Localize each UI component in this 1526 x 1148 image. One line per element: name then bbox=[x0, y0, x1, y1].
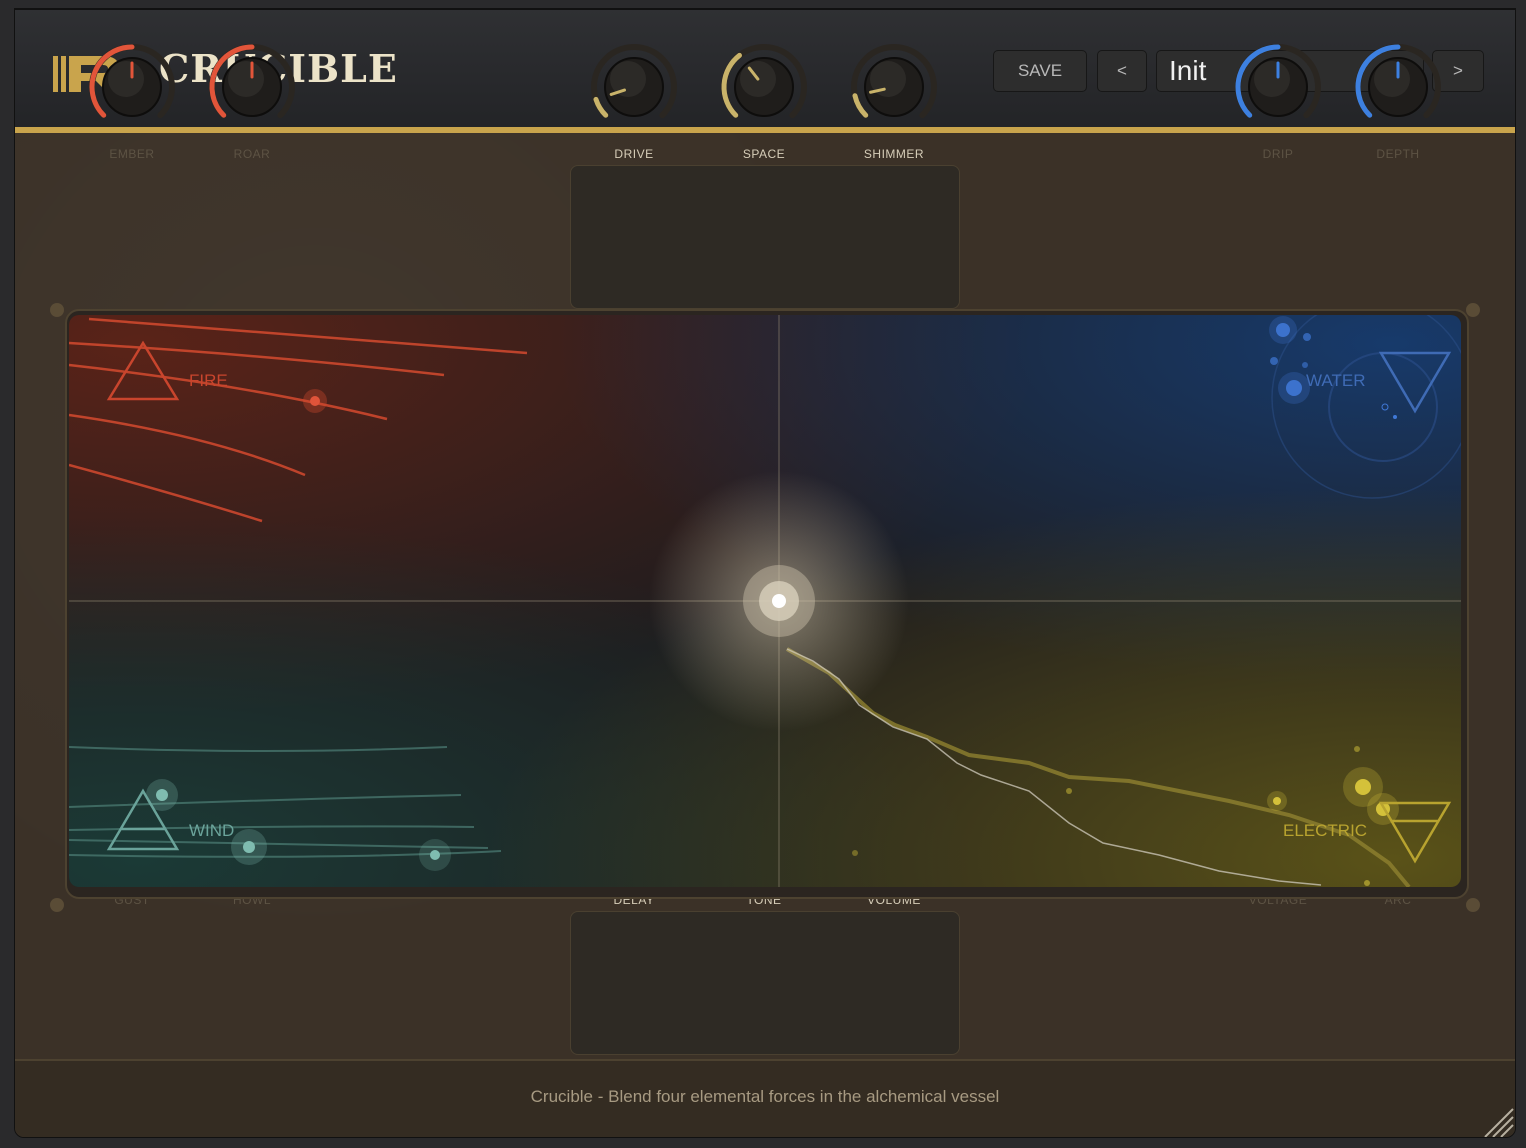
wind-label: WIND bbox=[189, 821, 234, 841]
knob-shimmer[interactable]: SHIMMER bbox=[839, 35, 949, 165]
knob-drive[interactable]: DRIVE bbox=[579, 35, 689, 165]
frame-rivet bbox=[1466, 303, 1480, 317]
knob-space[interactable]: SPACE bbox=[709, 35, 819, 165]
plugin-window: CRUCIBLE SAVE < Init ▼ > EMBERROARDRIVES… bbox=[14, 8, 1516, 1138]
top-control-panel bbox=[570, 165, 960, 309]
save-button[interactable]: SAVE bbox=[993, 50, 1087, 92]
electric-label-text: ELECTRIC bbox=[1283, 821, 1368, 840]
wind-label-text: WIND bbox=[189, 821, 235, 840]
knob-label: SPACE bbox=[742, 147, 786, 161]
knob-label: DRIVE bbox=[614, 147, 654, 161]
knob-label: DEPTH bbox=[1376, 147, 1420, 161]
knob-drip[interactable]: DRIP bbox=[1223, 35, 1333, 165]
knob-label: ROAR bbox=[233, 147, 271, 161]
water-label: WATER bbox=[1306, 371, 1366, 391]
xy-cursor-handle bbox=[743, 565, 815, 637]
resize-grip-icon[interactable] bbox=[1481, 1105, 1515, 1138]
frame-rivet bbox=[50, 303, 64, 317]
knob-depth[interactable]: DEPTH bbox=[1343, 35, 1453, 165]
knob-dial-icon bbox=[1355, 44, 1441, 119]
knob-dial-icon bbox=[851, 44, 937, 119]
frame-rivet bbox=[50, 898, 64, 912]
footer-bar: Crucible - Blend four elemental forces i… bbox=[15, 1059, 1515, 1138]
previous-preset-button[interactable]: < bbox=[1097, 50, 1147, 92]
fire-label: FIRE bbox=[189, 371, 228, 391]
knob-dial-icon bbox=[721, 44, 807, 119]
electric-label: ELECTRIC bbox=[1283, 821, 1367, 841]
knob-roar[interactable]: ROAR bbox=[197, 35, 307, 165]
knob-label: SHIMMER bbox=[863, 147, 925, 161]
knob-dial-icon bbox=[89, 44, 175, 119]
knob-ember[interactable]: EMBER bbox=[77, 35, 187, 165]
frame-rivet bbox=[1466, 898, 1480, 912]
preset-selected-label: Init bbox=[1169, 55, 1207, 86]
knob-dial-icon bbox=[591, 44, 677, 119]
fire-label-text: FIRE bbox=[189, 371, 228, 390]
footer-description: Crucible - Blend four elemental forces i… bbox=[530, 1087, 1000, 1106]
knob-dial-icon bbox=[209, 44, 295, 119]
knob-dial-icon bbox=[1235, 44, 1321, 119]
knob-label: DRIP bbox=[1262, 147, 1294, 161]
xy-pad[interactable]: FIRE WATER WIND ELECTRIC bbox=[69, 315, 1461, 887]
knob-label: EMBER bbox=[109, 147, 155, 161]
xy-pad-graphics bbox=[69, 315, 1461, 887]
bottom-control-panel bbox=[570, 911, 960, 1055]
water-label-text: WATER bbox=[1306, 371, 1366, 390]
